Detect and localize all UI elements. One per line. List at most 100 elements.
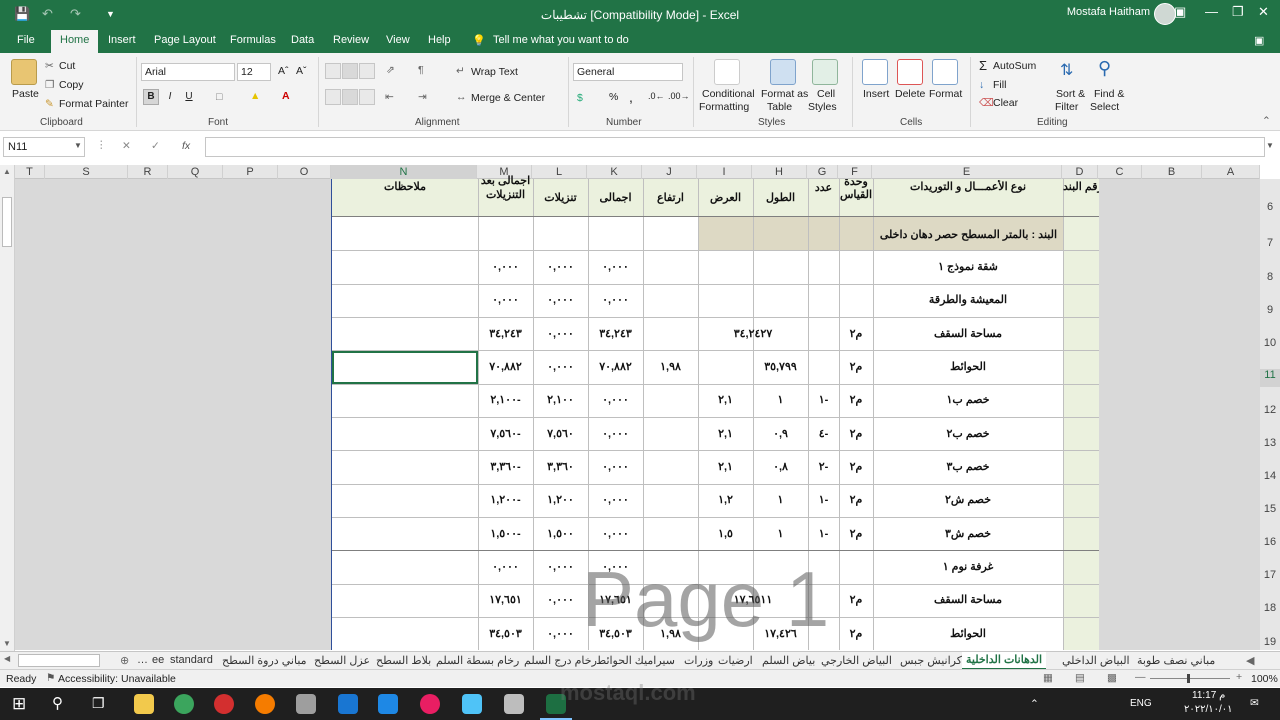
underline-button[interactable]: U: [181, 89, 197, 105]
column-header[interactable]: N: [331, 165, 477, 179]
cell-l[interactable]: ٠,٠٠٠: [533, 293, 588, 306]
cell-e[interactable]: شقة نموذج ١: [873, 260, 1063, 273]
cell-k[interactable]: ٧٠,٨٨٢: [588, 360, 643, 373]
cell-f[interactable]: م٢: [839, 460, 873, 473]
zoom-slider-thumb[interactable]: [1187, 674, 1190, 683]
cell-h[interactable]: ١: [753, 393, 808, 406]
scroll-left-icon[interactable]: ◀: [4, 654, 10, 663]
row-header[interactable]: 10: [1260, 337, 1280, 349]
cell-i[interactable]: ٢,١: [698, 393, 753, 406]
cell-i[interactable]: ١,٥: [698, 527, 753, 540]
wrap-text-button[interactable]: Wrap Text: [471, 66, 518, 78]
row-header[interactable]: 13: [1260, 437, 1280, 449]
tab-help[interactable]: Help: [428, 34, 451, 46]
horizontal-scrollbar[interactable]: [18, 654, 100, 667]
app-icon[interactable]: [462, 694, 482, 714]
font-color-icon[interactable]: A: [282, 90, 290, 102]
cell-e[interactable]: مساحة السقف: [873, 593, 1063, 606]
middle-align-icon[interactable]: [342, 63, 358, 79]
cell-e[interactable]: مساحة السقف: [873, 327, 1063, 340]
cancel-entry-icon[interactable]: ✕: [122, 140, 131, 152]
cell-styles-button[interactable]: Cell: [817, 88, 835, 100]
cell-l[interactable]: ٠,٠٠٠: [533, 593, 588, 606]
cell-l[interactable]: ١,٥٠٠: [533, 527, 588, 540]
formula-input[interactable]: [205, 137, 1265, 157]
sheet-tab[interactable]: مباني نصف طوبة: [1137, 654, 1215, 667]
cell-e[interactable]: المعيشة والطرقة: [873, 293, 1063, 306]
column-header[interactable]: T: [15, 165, 45, 179]
conditional-formatting-icon[interactable]: [714, 59, 740, 85]
cell-f[interactable]: م٢: [839, 393, 873, 406]
cell-l[interactable]: ٧,٥٦٠: [533, 427, 588, 440]
cell-l[interactable]: ٣,٣٦٠: [533, 460, 588, 473]
cell-e[interactable]: خصم ش٢: [873, 493, 1063, 506]
firefox-icon[interactable]: [255, 694, 275, 714]
comments-icon[interactable]: ▣: [1254, 34, 1264, 47]
sheet-tab[interactable]: رخام بسطة السلم: [436, 654, 519, 667]
cell-i[interactable]: ١,٢: [698, 493, 753, 506]
tab-file[interactable]: File: [17, 34, 35, 46]
zoom-slider[interactable]: [1150, 678, 1230, 679]
cell-l[interactable]: ٠,٠٠٠: [533, 360, 588, 373]
cell-f[interactable]: م٢: [839, 593, 873, 606]
cell-e[interactable]: غرفة نوم ١: [873, 560, 1063, 573]
cell-m[interactable]: ٣٤,٢٤٣: [478, 327, 533, 340]
fill-color-icon[interactable]: ▲: [250, 90, 260, 102]
cell-f[interactable]: م٢: [839, 360, 873, 373]
cell-f[interactable]: م٢: [839, 527, 873, 540]
conditional-formatting-button[interactable]: Conditional: [702, 88, 755, 100]
increase-font-icon[interactable]: Aˆ: [278, 65, 289, 77]
row-header[interactable]: 11: [1260, 369, 1280, 387]
cell-g[interactable]: ١-: [808, 493, 839, 506]
avatar[interactable]: [1154, 3, 1176, 25]
cell-m[interactable]: ٧٠,٨٨٢: [478, 360, 533, 373]
format-as-table-button[interactable]: Format as: [761, 88, 808, 100]
clock-date[interactable]: ٢٠٢٢/١٠/٠١: [1184, 704, 1233, 715]
sheet-tab[interactable]: ee: [152, 654, 164, 666]
cell-m[interactable]: ٢,١٠٠-: [478, 393, 533, 406]
decrease-indent-icon[interactable]: ⇤: [385, 91, 394, 103]
windows-start-icon[interactable]: ⊞: [12, 694, 26, 714]
column-header[interactable]: D: [1062, 165, 1098, 179]
cell-e[interactable]: الحوائط: [873, 627, 1063, 640]
name-box[interactable]: N11: [3, 137, 85, 157]
column-header[interactable]: P: [223, 165, 278, 179]
chrome-icon[interactable]: [174, 694, 194, 714]
task-view-icon[interactable]: ❐: [92, 695, 105, 712]
autosum-button[interactable]: AutoSum: [993, 60, 1036, 72]
accessibility-status[interactable]: Accessibility: Unavailable: [58, 673, 176, 685]
font-name-select[interactable]: Arial: [141, 63, 235, 81]
close-icon[interactable]: ✕: [1258, 4, 1269, 20]
cell-l[interactable]: ٠,٠٠٠: [533, 260, 588, 273]
cell-h[interactable]: ٠,٨: [753, 460, 808, 473]
column-header[interactable]: H: [752, 165, 807, 179]
find-select-button[interactable]: Find &: [1094, 88, 1124, 100]
cell-g[interactable]: ٢-: [808, 460, 839, 473]
cut-button[interactable]: Cut: [59, 60, 75, 72]
search-icon[interactable]: ⚲: [52, 694, 63, 712]
page-layout-view-icon[interactable]: ▤: [1075, 672, 1085, 684]
row-header[interactable]: 19: [1260, 636, 1280, 648]
column-header[interactable]: S: [45, 165, 128, 179]
row-header[interactable]: 7: [1260, 237, 1280, 249]
increase-decimal-icon[interactable]: .0←: [648, 91, 665, 101]
format-as-table-icon[interactable]: [770, 59, 796, 85]
text-direction-icon[interactable]: ¶: [418, 64, 424, 76]
row-header[interactable]: 17: [1260, 569, 1280, 581]
cell-m[interactable]: ٣٤,٥٠٣: [478, 627, 533, 640]
cell-l[interactable]: ١,٢٠٠: [533, 493, 588, 506]
expand-formula-bar-icon[interactable]: ▼: [1266, 141, 1274, 150]
cell-f[interactable]: م٢: [839, 327, 873, 340]
paste-icon[interactable]: [11, 59, 37, 85]
sheet-tab[interactable]: بلاط السطح: [376, 654, 431, 667]
cell-j[interactable]: ١,٩٨: [643, 360, 698, 373]
scroll-thumb[interactable]: [2, 197, 12, 247]
insert-cells-icon[interactable]: [862, 59, 888, 85]
cell-f[interactable]: م٢: [839, 493, 873, 506]
sort-filter-button[interactable]: Sort &: [1056, 88, 1085, 100]
ribbon-display-options-icon[interactable]: ▣: [1174, 4, 1186, 20]
column-header[interactable]: R: [128, 165, 168, 179]
format-cells-button[interactable]: Format: [929, 88, 962, 100]
cell-k[interactable]: ٠,٠٠٠: [588, 293, 643, 306]
cell-g[interactable]: ١-: [808, 393, 839, 406]
